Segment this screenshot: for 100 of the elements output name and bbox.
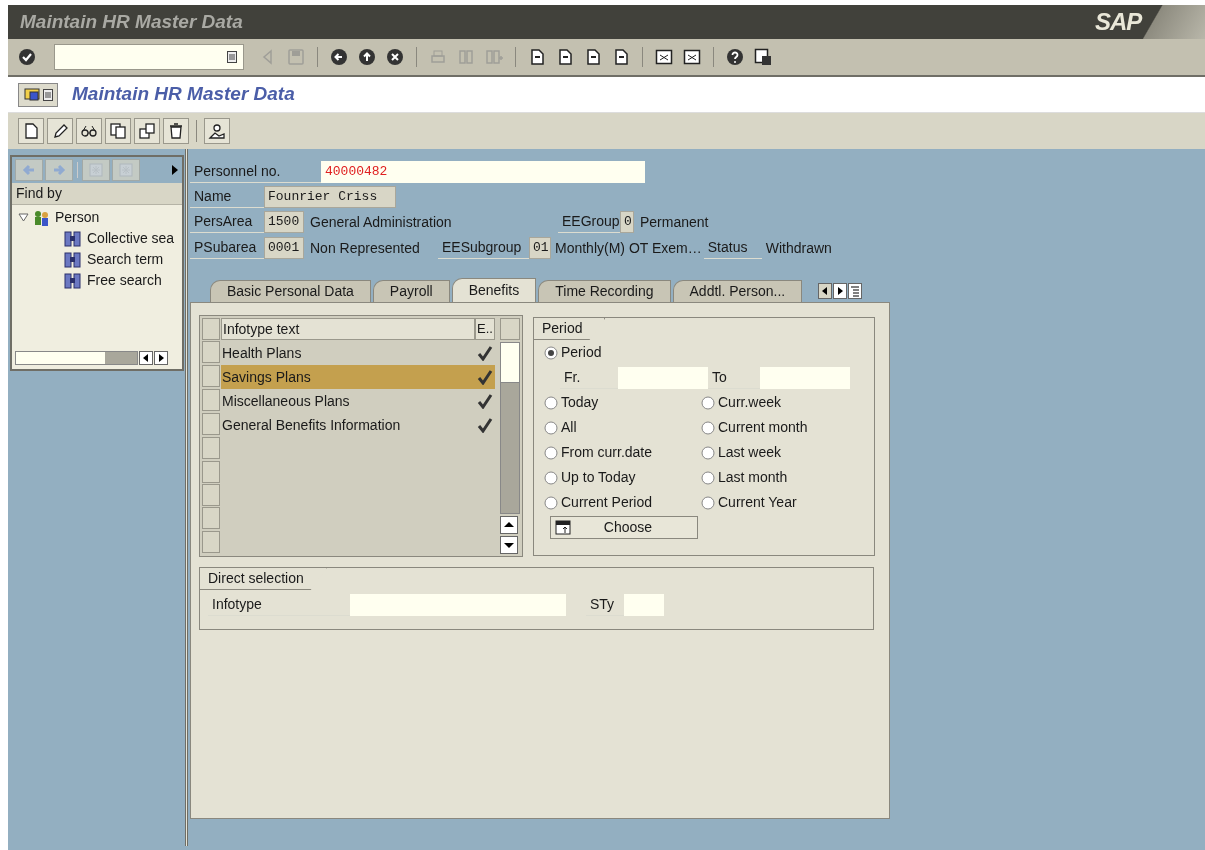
table-cell-text: Miscellaneous Plans [221, 391, 351, 411]
page-icon [612, 48, 630, 66]
tab-scroll-right-icon[interactable] [833, 283, 848, 299]
pencil-icon [51, 122, 69, 140]
tree-node[interactable]: Collective sea [87, 228, 175, 249]
radio-label: Period [561, 343, 602, 362]
tab[interactable]: Benefits [451, 278, 537, 302]
field-text: General Administration [309, 212, 453, 232]
person-icon [208, 122, 226, 140]
pencil-button[interactable] [47, 118, 73, 144]
tab[interactable]: Payroll [372, 280, 450, 302]
radio-label: Current Year [718, 493, 797, 512]
column-header: Find by [12, 183, 182, 205]
choose-button[interactable]: Choose [550, 516, 698, 539]
table-row[interactable]: General Benefits Information [221, 413, 495, 438]
code-field: 0 [620, 211, 634, 233]
list-icon [42, 88, 53, 101]
radio-button[interactable] [701, 470, 715, 485]
code-field: 1500 [264, 211, 304, 233]
radio-label: Up to Today [561, 468, 636, 487]
copy-button[interactable] [105, 118, 131, 144]
sap-logo: SAP [1095, 7, 1142, 37]
back-icon [330, 48, 348, 66]
radio-button[interactable] [544, 495, 558, 510]
page-icon [556, 48, 574, 66]
tab[interactable]: Addtl. Person... [672, 280, 803, 302]
scroll-right-icon[interactable] [154, 351, 168, 365]
table-row[interactable]: Miscellaneous Plans [221, 389, 495, 414]
people-icon [33, 209, 51, 226]
radio-label: All [561, 418, 577, 437]
radio-label: From curr.date [561, 443, 653, 462]
radio-button[interactable] [544, 470, 558, 485]
table-cell-text: General Benefits Information [221, 415, 402, 435]
tab-scroll-left-icon[interactable] [818, 283, 833, 299]
personnel-number-field[interactable]: 40000482 [321, 160, 645, 183]
tree-node[interactable]: Person [55, 207, 100, 228]
radio-label: Current month [718, 418, 808, 437]
tab[interactable]: Time Recording [538, 280, 671, 302]
list-icon [227, 51, 237, 63]
radio-button[interactable] [701, 395, 715, 410]
binoculars-icon [64, 272, 81, 289]
field-text: Permanent [639, 212, 710, 232]
tab[interactable]: Basic Personal Data [210, 280, 371, 302]
horizontal-scrollbar[interactable] [15, 351, 138, 365]
radio-button[interactable] [701, 495, 715, 510]
name-field: Founrier Criss [264, 185, 396, 208]
trash-button[interactable] [163, 118, 189, 144]
table-row[interactable]: Health Plans [221, 341, 495, 366]
radio-button[interactable] [544, 445, 558, 460]
binoculars-icon [64, 251, 81, 268]
page-icon [584, 48, 602, 66]
command-field[interactable] [54, 44, 244, 70]
scroll-down-icon[interactable] [500, 536, 518, 554]
glasses-button[interactable] [76, 118, 102, 144]
radio-button[interactable] [544, 420, 558, 435]
scroll-up-icon[interactable] [500, 516, 518, 534]
table-cell-text: Health Plans [221, 343, 303, 363]
radio-button[interactable] [701, 445, 715, 460]
infotype-field[interactable] [350, 594, 566, 616]
table-row[interactable]: Savings Plans [221, 365, 495, 390]
radio-label: Last week [718, 443, 782, 462]
tree-node[interactable]: Search term [87, 249, 164, 270]
person-button[interactable] [204, 118, 230, 144]
from-date-field[interactable] [618, 366, 708, 389]
radio-button[interactable] [701, 420, 715, 435]
code-field: 0001 [264, 237, 304, 259]
radio-label: Curr.week [718, 393, 782, 412]
column-header[interactable]: E.. [475, 318, 495, 340]
subtype-field[interactable] [624, 594, 664, 616]
to-date-field[interactable] [760, 366, 850, 389]
tab-list-icon[interactable] [848, 283, 863, 299]
scroll-left-icon[interactable] [139, 351, 153, 365]
radio-button[interactable] [544, 345, 558, 360]
group-title: Period [534, 318, 606, 340]
tree-node[interactable]: Free search [87, 270, 162, 291]
radio-label: Last month [718, 468, 788, 487]
column-header[interactable]: Infotype text [221, 318, 475, 340]
enter-icon[interactable] [18, 48, 36, 66]
help-icon [726, 48, 744, 66]
choose-icon [555, 519, 573, 536]
scroll-right-icon[interactable] [171, 165, 179, 175]
overview-button[interactable] [134, 118, 160, 144]
field-text: Withdrawn [764, 238, 833, 258]
vertical-scrollbar[interactable] [500, 342, 520, 514]
field-label: Status [703, 237, 762, 259]
windows-icon [23, 87, 40, 102]
expand-toggle-icon[interactable] [18, 213, 29, 222]
copy-icon [109, 122, 127, 140]
window-title: Maintain HR Master Data [20, 9, 243, 34]
cancel-icon [386, 48, 404, 66]
trash-icon [167, 122, 185, 140]
field-text: Monthly(M) OT Exem… [554, 238, 703, 258]
window-icon [683, 48, 701, 66]
new-page-button[interactable] [18, 118, 44, 144]
radio-button[interactable] [544, 395, 558, 410]
overview-icon [138, 122, 156, 140]
window-icon [655, 48, 673, 66]
menu-toggle-button[interactable] [18, 82, 58, 107]
new-page-icon [22, 122, 40, 140]
radio-label: Today [561, 393, 599, 412]
